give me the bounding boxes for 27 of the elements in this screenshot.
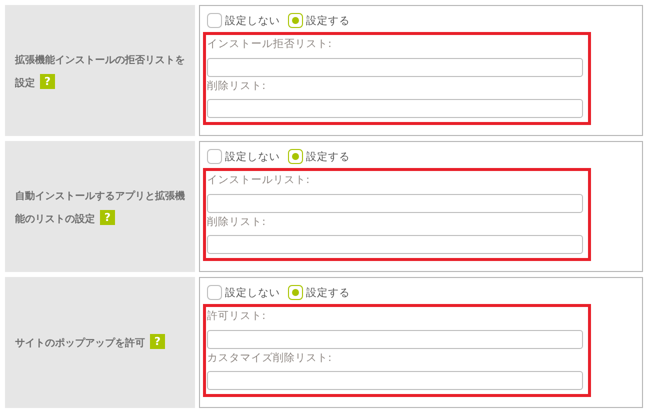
field-label: カスタマイズ削除リスト: xyxy=(207,350,333,366)
radio-button[interactable] xyxy=(207,285,222,300)
radio-label[interactable]: 設定しない xyxy=(225,14,280,28)
input-field[interactable] xyxy=(207,235,583,254)
radio-label[interactable]: 設定する xyxy=(306,14,350,28)
radio-label[interactable]: 設定する xyxy=(306,150,350,164)
setting-title: 自動インストールするアプリと拡張機能のリストの設定 ? xyxy=(15,189,185,227)
radio-label[interactable]: 設定しない xyxy=(225,150,280,164)
field-label: インストール拒否リスト: xyxy=(207,37,333,52)
radio-button[interactable] xyxy=(288,285,303,300)
input-field[interactable] xyxy=(207,99,583,118)
input-field[interactable] xyxy=(207,330,583,348)
radio-button[interactable] xyxy=(288,149,303,164)
field-label: 許可リスト: xyxy=(207,309,267,324)
input-field[interactable] xyxy=(207,194,583,212)
input-field[interactable] xyxy=(207,371,583,390)
radio-label[interactable]: 設定する xyxy=(306,286,350,300)
field-label: 削除リスト: xyxy=(207,214,267,230)
setting-title: サイトのポップアップを許可 ? xyxy=(15,331,165,354)
field-label: 削除リスト: xyxy=(207,78,267,94)
radio-button[interactable] xyxy=(207,13,222,28)
field-label: インストールリスト: xyxy=(207,173,311,188)
radio-button[interactable] xyxy=(288,13,303,28)
input-field[interactable] xyxy=(207,58,583,76)
setting-title: 拡張機能インストールの拒否リストを設定 ? xyxy=(15,54,185,91)
radio-button[interactable] xyxy=(207,149,222,164)
radio-label[interactable]: 設定しない xyxy=(225,286,280,300)
